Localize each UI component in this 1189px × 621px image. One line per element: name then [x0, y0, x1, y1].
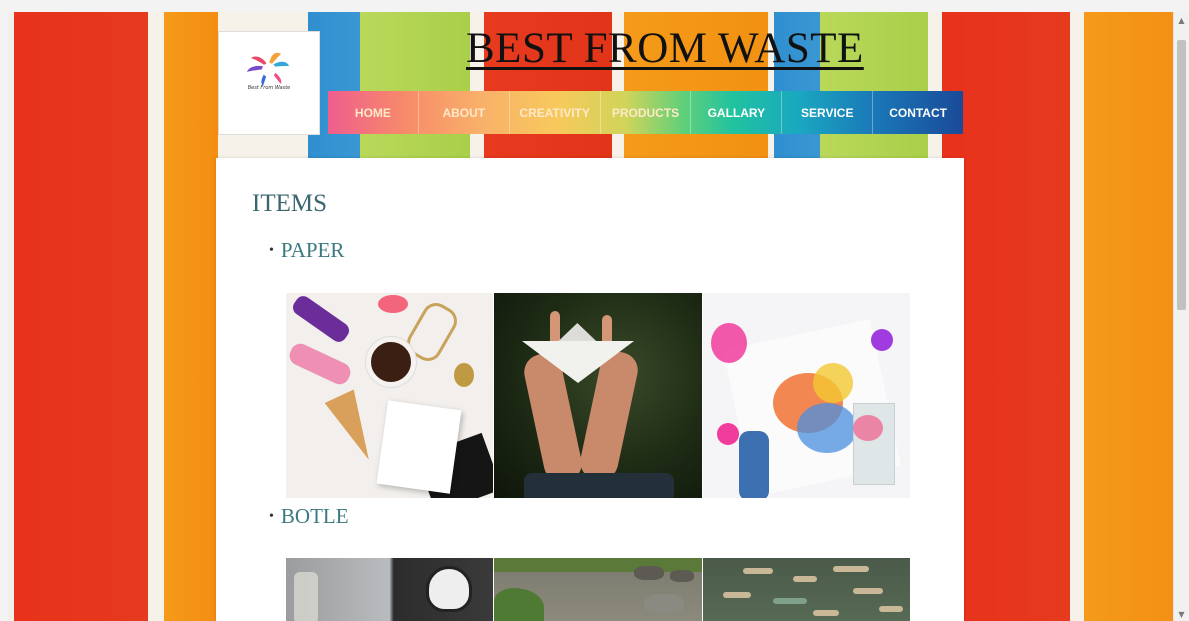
scrollbar-thumb[interactable]: [1177, 40, 1186, 310]
nav-about[interactable]: ABOUT: [419, 91, 510, 134]
nav-service[interactable]: SERVICE: [782, 91, 874, 134]
scroll-up-icon[interactable]: ▲: [1174, 16, 1189, 25]
craft-flatlay-photo[interactable]: [286, 293, 494, 498]
vertical-scrollbar[interactable]: ▲ ▼: [1173, 12, 1189, 621]
bottle-gallery: [286, 558, 910, 621]
bottle-litter-ground-photo[interactable]: [494, 558, 702, 621]
logo-petal-icon: [247, 52, 289, 86]
category-label: BOTLE: [280, 504, 349, 528]
site-title: BEST FROM WASTE: [466, 25, 864, 72]
category-label: PAPER: [280, 238, 345, 262]
bullet-icon: •: [269, 509, 274, 524]
site-logo[interactable]: Best From Waste: [218, 31, 320, 135]
nav-creativity[interactable]: CREATIVITY: [510, 91, 601, 134]
items-panel: ITEMS • PAPER • BOTLE: [216, 158, 964, 621]
paper-gallery: [286, 293, 910, 498]
items-heading: ITEMS: [252, 190, 327, 217]
scroll-down-icon[interactable]: ▼: [1174, 610, 1189, 619]
category-bottle: • BOTLE: [269, 504, 349, 529]
nav-home[interactable]: HOME: [328, 91, 419, 134]
paper-boat-photo[interactable]: [494, 293, 702, 498]
main-nav: HOME ABOUT CREATIVITY PRODUCTS GALLARY S…: [328, 91, 963, 134]
bottle-litter-water-photo[interactable]: [702, 558, 910, 621]
paint-splatter-photo[interactable]: [702, 293, 910, 498]
bottle-crafts-photo[interactable]: [286, 558, 494, 621]
nav-contact[interactable]: CONTACT: [873, 91, 963, 134]
logo-text: Best From Waste: [247, 85, 291, 91]
nav-products[interactable]: PRODUCTS: [601, 91, 692, 134]
category-paper: • PAPER: [269, 238, 344, 263]
nav-gallary[interactable]: GALLARY: [691, 91, 783, 134]
bullet-icon: •: [269, 243, 274, 258]
